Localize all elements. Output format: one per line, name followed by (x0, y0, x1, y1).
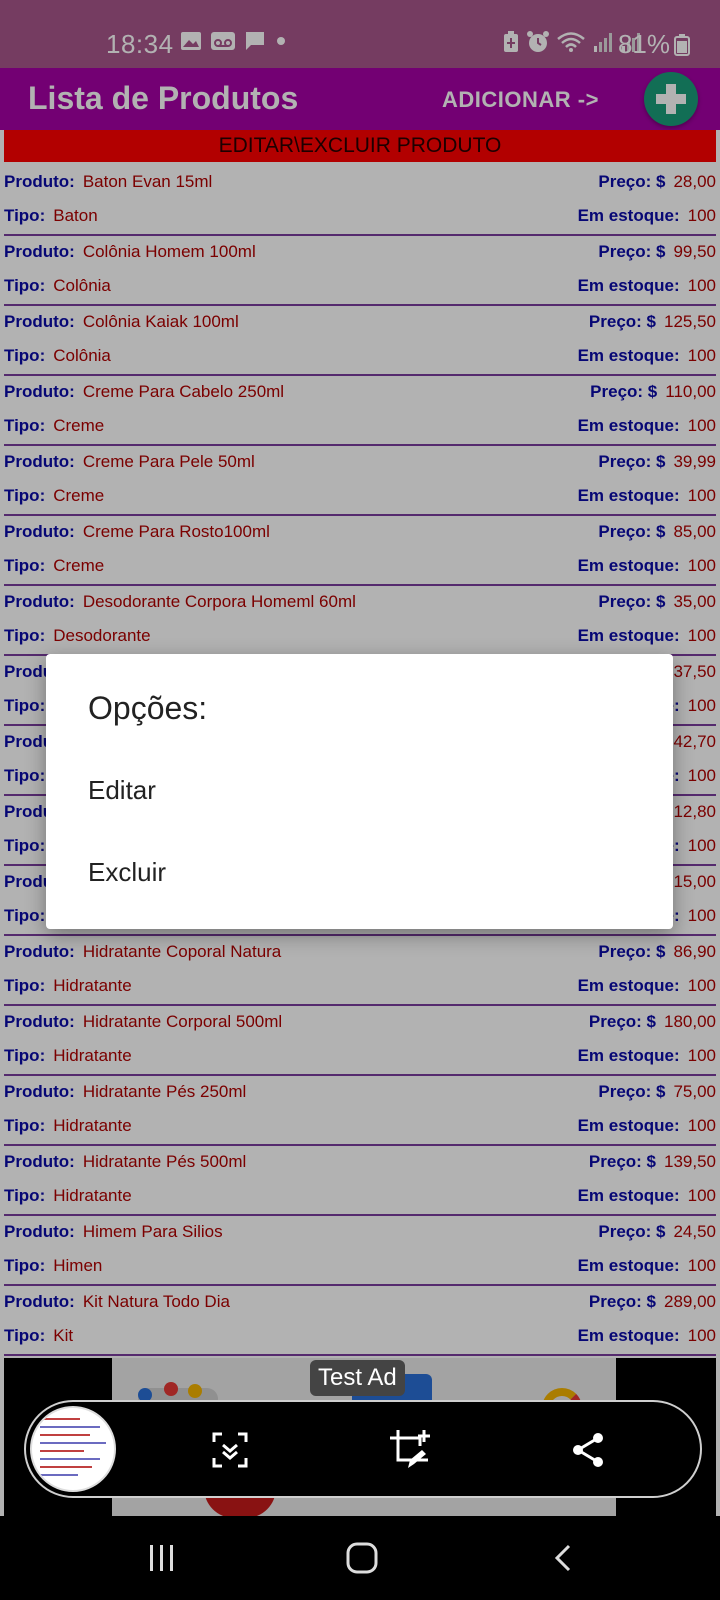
test-ad-label: Test Ad (310, 1360, 405, 1396)
recents-icon[interactable] (132, 1534, 192, 1582)
navigation-bar (0, 1516, 720, 1600)
dialog-title: Opções: (88, 690, 208, 726)
screenshot-thumbnail[interactable] (30, 1406, 116, 1492)
delete-option[interactable]: Excluir (46, 832, 673, 912)
options-dialog: Opções: Editar Excluir (46, 654, 673, 929)
share-icon[interactable] (564, 1426, 612, 1474)
crop-edit-icon[interactable] (386, 1426, 434, 1474)
screenshot-toolbar (24, 1400, 702, 1498)
home-icon[interactable] (332, 1534, 392, 1582)
back-icon[interactable] (534, 1534, 594, 1582)
scroll-capture-icon[interactable] (206, 1426, 254, 1474)
edit-option[interactable]: Editar (46, 750, 673, 830)
